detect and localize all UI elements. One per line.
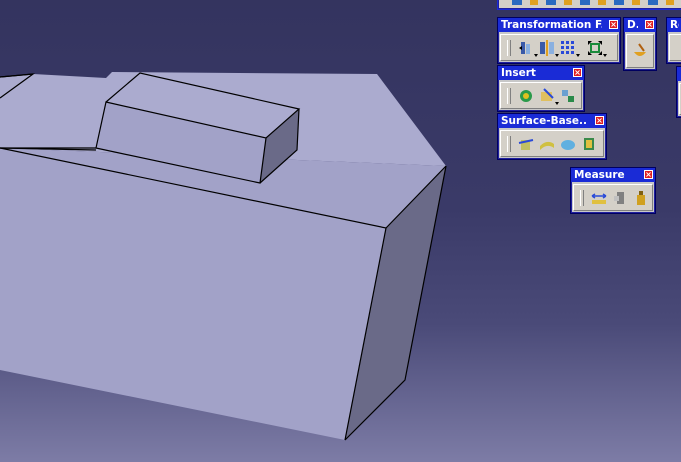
pattern-icon[interactable]: [559, 39, 580, 57]
toolbar-insert[interactable]: Insert ×: [497, 65, 585, 112]
thick-surface-icon[interactable]: [538, 135, 556, 153]
toolbar-surface-based[interactable]: Surface-Base... ×: [497, 113, 607, 160]
toolbar-grip[interactable]: [580, 189, 584, 206]
scaling-icon[interactable]: [586, 39, 607, 57]
measure-between-icon[interactable]: [590, 189, 608, 207]
close-icon[interactable]: ×: [573, 68, 582, 77]
toolbar-title-text: Surface-Base...: [501, 115, 588, 127]
toolbar-title-text: Re: [670, 19, 679, 31]
toolbar-grip[interactable]: [507, 135, 511, 152]
sew-surface-icon[interactable]: [580, 135, 598, 153]
toolbar-title[interactable]: Measure ×: [571, 168, 655, 182]
toolbar-title[interactable]: Surface-Base... ×: [498, 114, 606, 128]
toolbar-title[interactable]: Insert ×: [498, 66, 584, 80]
toolbar-title[interactable]: Re: [667, 18, 681, 32]
symmetry-icon[interactable]: [538, 39, 559, 57]
toolbar-body: [669, 34, 681, 61]
toolbar-title[interactable]: [677, 67, 681, 81]
toolbar-title-text: Transformation F...: [501, 19, 602, 31]
close-icon[interactable]: ×: [645, 20, 654, 29]
toolbar-body: [500, 34, 618, 61]
toolbar-re[interactable]: Re: [666, 17, 681, 64]
toolbar-partial-right[interactable]: [676, 66, 681, 118]
close-icon[interactable]: ×: [644, 170, 653, 179]
close-icon[interactable]: ×: [595, 116, 604, 125]
top-icons[interactable]: [512, 0, 681, 5]
split-icon[interactable]: [517, 135, 535, 153]
sketch-icon[interactable]: [538, 87, 559, 105]
toolbar-title[interactable]: Transformation F... ×: [498, 18, 620, 32]
toolbar-title[interactable]: D... ×: [624, 18, 656, 32]
draft-analysis-icon[interactable]: [631, 42, 649, 60]
measure-item-icon[interactable]: [611, 189, 629, 207]
measure-inertia-icon[interactable]: [632, 189, 650, 207]
toolbar-body: [500, 130, 604, 157]
toolbar-top-partial: [497, 0, 681, 10]
toolbar-title-text: Measure: [574, 169, 625, 181]
toolbar-body: [500, 82, 582, 109]
geometrical-set-icon[interactable]: [559, 87, 577, 105]
toolbar-body: [626, 34, 654, 68]
toolbar-body: [573, 184, 653, 211]
toolbar-transformation-features[interactable]: Transformation F... ×: [497, 17, 621, 64]
close-surface-icon[interactable]: [559, 135, 577, 153]
toolbar-title-text: D...: [627, 19, 638, 31]
toolbar-d[interactable]: D... ×: [623, 17, 657, 71]
toolbar-grip[interactable]: [507, 87, 511, 104]
toolbar-grip[interactable]: [507, 39, 511, 56]
translation-icon[interactable]: [517, 39, 538, 57]
body-icon[interactable]: [517, 87, 535, 105]
close-icon[interactable]: ×: [609, 20, 618, 29]
toolbar-measure[interactable]: Measure ×: [570, 167, 656, 214]
toolbar-title-text: Insert: [501, 67, 536, 79]
